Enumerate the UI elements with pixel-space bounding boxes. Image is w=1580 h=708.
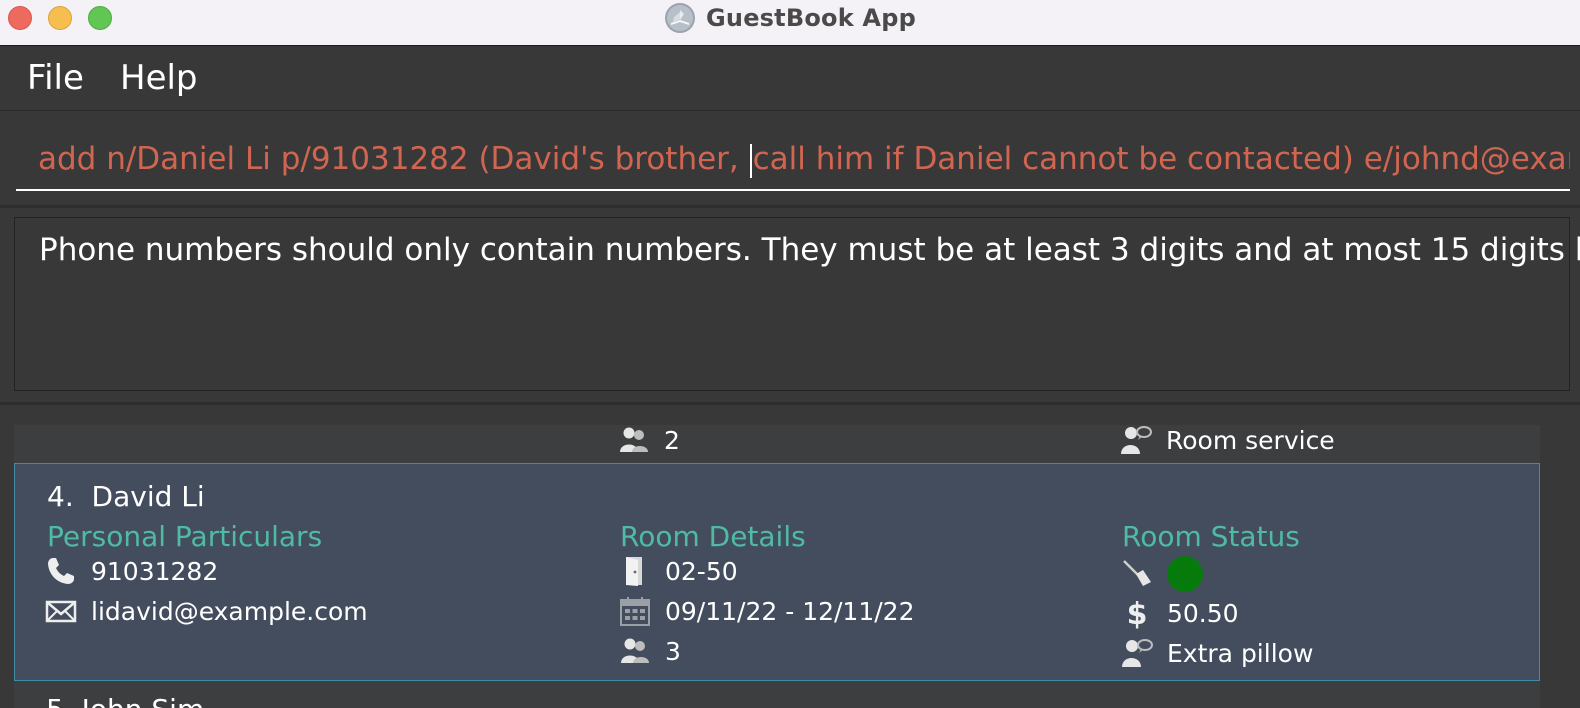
result-display: Phone numbers should only contain number…	[14, 217, 1580, 391]
phone-value: 91031282	[91, 556, 219, 586]
dates-value: 09/11/22 - 12/11/22	[665, 596, 915, 626]
list-scrollbar[interactable]	[1542, 425, 1570, 708]
room-status-title: Room Status	[1122, 520, 1300, 553]
guest-list-panel: 2 Room service 4. David Li Personal Part…	[0, 405, 1580, 708]
cleaned-status-indicator	[1167, 556, 1203, 592]
command-box-panel: add n/Daniel Li p/91031282 (David's brot…	[0, 111, 1580, 208]
personal-particulars-title: Personal Particulars	[47, 520, 323, 553]
guest-name: 4. David Li	[47, 480, 205, 513]
result-message: Phone numbers should only contain number…	[39, 232, 1580, 268]
command-input[interactable]: add n/Daniel Li p/91031282 (David's brot…	[16, 131, 1570, 191]
room-number-field: 02-50	[619, 554, 738, 588]
bill-value: 50.50	[1167, 598, 1239, 628]
guest-index: 4.	[47, 480, 74, 513]
calendar-icon	[620, 597, 650, 626]
app-window: GuestBook App File Help add n/Daniel Li …	[0, 0, 1580, 708]
phone-field: 91031282	[45, 554, 218, 588]
app-logo-icon	[665, 3, 696, 33]
partial-guests-field: 2	[618, 423, 680, 457]
menu-help[interactable]: Help	[120, 58, 198, 98]
phone-icon	[48, 558, 74, 584]
cleaned-status-field	[1121, 554, 1203, 594]
people-icon	[620, 427, 648, 452]
window-title: GuestBook App	[706, 4, 916, 32]
guest-name-text: David Li	[91, 480, 205, 513]
requests-value: Extra pillow	[1167, 638, 1314, 668]
guests-field: 3	[619, 634, 681, 668]
menu-bar: File Help	[0, 46, 1580, 111]
room-details-title: Room Details	[620, 520, 806, 553]
guests-value: 3	[665, 636, 681, 666]
partial-requests-value: Room service	[1166, 425, 1335, 455]
guest-card-next[interactable]: 5. John Sim	[14, 681, 1540, 708]
svg-text:$: $	[1127, 597, 1148, 629]
door-icon	[626, 557, 642, 586]
request-icon	[1121, 426, 1152, 454]
title-bar: GuestBook App	[0, 0, 1580, 46]
dollar-icon: $	[1127, 597, 1148, 629]
menu-file[interactable]: File	[27, 58, 84, 98]
guest-card-partial[interactable]: 2 Room service	[14, 425, 1540, 463]
envelope-icon	[45, 600, 77, 623]
guest-card-selected[interactable]: 4. David Li Personal Particulars 9103128…	[14, 463, 1540, 681]
command-text-after-caret: call him if Daniel cannot be contacted) …	[752, 141, 1570, 177]
dates-field: 09/11/22 - 12/11/22	[619, 594, 914, 628]
bill-field: $ 50.50	[1121, 596, 1239, 630]
partial-guests-value: 2	[664, 425, 680, 455]
people-icon	[621, 638, 649, 663]
next-guest-name: 5. John Sim	[46, 693, 204, 708]
room-number-value: 02-50	[665, 556, 738, 586]
broom-icon	[1123, 560, 1151, 586]
title-wrap: GuestBook App	[0, 0, 1580, 36]
text-caret	[749, 143, 752, 178]
partial-requests-field: Room service	[1120, 423, 1335, 457]
email-field: lidavid@example.com	[45, 594, 368, 628]
result-display-panel: Phone numbers should only contain number…	[0, 208, 1580, 405]
email-value: lidavid@example.com	[91, 596, 368, 626]
command-text-before-caret: add n/Daniel Li p/91031282 (David's brot…	[38, 141, 749, 177]
request-icon	[1122, 639, 1153, 667]
requests-field: Extra pillow	[1121, 636, 1313, 670]
